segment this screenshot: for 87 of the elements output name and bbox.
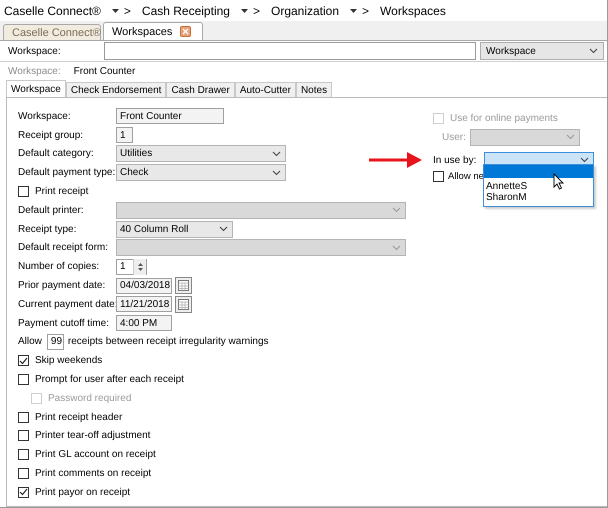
field-label: Receipt type: bbox=[18, 224, 78, 235]
chevron-down-icon bbox=[219, 226, 228, 232]
checkbox-label: Print comments on receipt bbox=[35, 468, 152, 480]
field-label: Default payment type: bbox=[18, 167, 116, 178]
tab[interactable]: Auto-Cutter bbox=[234, 82, 296, 97]
up-down-arrows-icon bbox=[136, 262, 144, 272]
checkbox[interactable] bbox=[18, 355, 29, 366]
check-icon bbox=[19, 488, 28, 496]
spinner-field[interactable]: 1 bbox=[116, 258, 147, 275]
document-tab[interactable]: Workspaces bbox=[103, 22, 203, 40]
date-field[interactable]: 11/21/2018 bbox=[116, 296, 172, 312]
checkbox-label: Print GL account on receipt bbox=[35, 449, 156, 460]
checkbox-label: Printer tear-off adjustment bbox=[35, 430, 150, 442]
chevron-down-icon bbox=[580, 157, 589, 163]
checkbox-label: Prompt for user after each receipt bbox=[35, 374, 184, 386]
checkbox-label: Password required bbox=[48, 392, 132, 404]
check-icon bbox=[19, 356, 28, 365]
breadcrumb-separator: > bbox=[362, 4, 370, 18]
checkbox[interactable] bbox=[18, 468, 29, 480]
chevron-down-icon bbox=[272, 170, 281, 176]
field-label: Number of copies: bbox=[18, 261, 100, 272]
checkbox[interactable] bbox=[18, 374, 29, 386]
search-label: Workspace: bbox=[8, 46, 62, 56]
tab[interactable]: Cash Drawer bbox=[166, 82, 235, 97]
checkbox[interactable] bbox=[18, 449, 29, 460]
field-label: In use by: bbox=[433, 154, 478, 166]
field-label: Default category: bbox=[18, 148, 95, 160]
dropdown[interactable]: Check bbox=[116, 164, 286, 182]
list-option[interactable]: SharonM bbox=[484, 192, 593, 203]
dropdown[interactable]: Utilities bbox=[116, 145, 286, 162]
checkbox-label: Print payor on receipt bbox=[35, 486, 130, 498]
search-field[interactable] bbox=[104, 42, 476, 60]
caret-down-icon bbox=[112, 8, 119, 12]
caret-down-icon bbox=[350, 8, 358, 12]
search-scope-dropdown[interactable]: Workspace bbox=[480, 42, 604, 60]
breadcrumb-link[interactable]: Caselle Connect® bbox=[4, 4, 101, 18]
document-tab[interactable]: Caselle Connect® bbox=[3, 24, 101, 40]
dropdown[interactable]: 40 Column Roll bbox=[116, 220, 233, 238]
checkbox-label: Allow ne bbox=[448, 170, 484, 182]
checkbox-label: Print receipt bbox=[35, 186, 88, 198]
checkbox[interactable] bbox=[18, 486, 29, 498]
text-field[interactable]: Front Counter bbox=[116, 108, 224, 124]
chevron-down-icon bbox=[589, 48, 598, 54]
field-label: Payment cutoff time: bbox=[18, 318, 110, 329]
chevron-down-icon bbox=[392, 244, 401, 251]
field-label: Prior payment date: bbox=[18, 280, 106, 292]
list-option[interactable]: AnnetteS bbox=[484, 181, 593, 192]
checkbox[interactable] bbox=[18, 412, 29, 423]
tab[interactable]: Workspace bbox=[6, 80, 66, 97]
checkbox[interactable] bbox=[18, 186, 29, 198]
field-label: Current payment date: bbox=[18, 298, 116, 310]
checkbox-label: Use for online payments bbox=[450, 112, 558, 124]
calendar-icon bbox=[178, 298, 189, 310]
chevron-down-icon bbox=[272, 150, 281, 157]
breadcrumb-link[interactable]: Workspaces bbox=[380, 4, 446, 18]
number-field[interactable]: 99 bbox=[46, 334, 64, 350]
tab[interactable]: Notes bbox=[296, 82, 332, 97]
chevron-down-icon bbox=[392, 207, 401, 214]
field-label: Allow bbox=[18, 336, 42, 348]
checkbox-label: Print receipt header bbox=[35, 412, 122, 423]
date-field[interactable]: 04/03/2018 bbox=[116, 278, 172, 294]
close-icon[interactable] bbox=[180, 26, 192, 37]
calendar-icon bbox=[178, 280, 189, 292]
breadcrumb-link[interactable]: Cash Receipting bbox=[142, 4, 230, 18]
checkbox[interactable] bbox=[433, 170, 444, 182]
chevron-down-icon bbox=[566, 134, 575, 140]
checkbox[interactable] bbox=[18, 430, 29, 442]
mouse-cursor-icon bbox=[553, 173, 564, 190]
field-label: User: bbox=[442, 132, 467, 142]
caret-down-icon bbox=[240, 8, 248, 12]
record-label: Workspace: bbox=[8, 66, 61, 76]
field-label: Workspace: bbox=[18, 110, 72, 122]
breadcrumb-link[interactable]: Organization bbox=[270, 4, 340, 18]
record-value: Front Counter bbox=[74, 66, 136, 76]
field-label: Default printer: bbox=[18, 204, 85, 216]
field-label: Default receipt form: bbox=[18, 242, 110, 254]
tab[interactable]: Check Endorsement bbox=[66, 82, 166, 97]
calendar-button[interactable] bbox=[175, 277, 192, 294]
breadcrumb-separator: > bbox=[124, 4, 131, 18]
calendar-button[interactable] bbox=[175, 296, 192, 313]
checkbox-label: Skip weekends bbox=[35, 355, 102, 366]
field-label: Receipt group: bbox=[18, 130, 84, 141]
breadcrumb-separator: > bbox=[252, 4, 260, 18]
arrow-icon bbox=[369, 152, 422, 168]
field-label: receipts between receipt irregularity warnings bbox=[68, 336, 269, 348]
time-field[interactable]: 4:00 PM bbox=[116, 315, 172, 332]
number-field[interactable]: 1 bbox=[116, 127, 133, 144]
